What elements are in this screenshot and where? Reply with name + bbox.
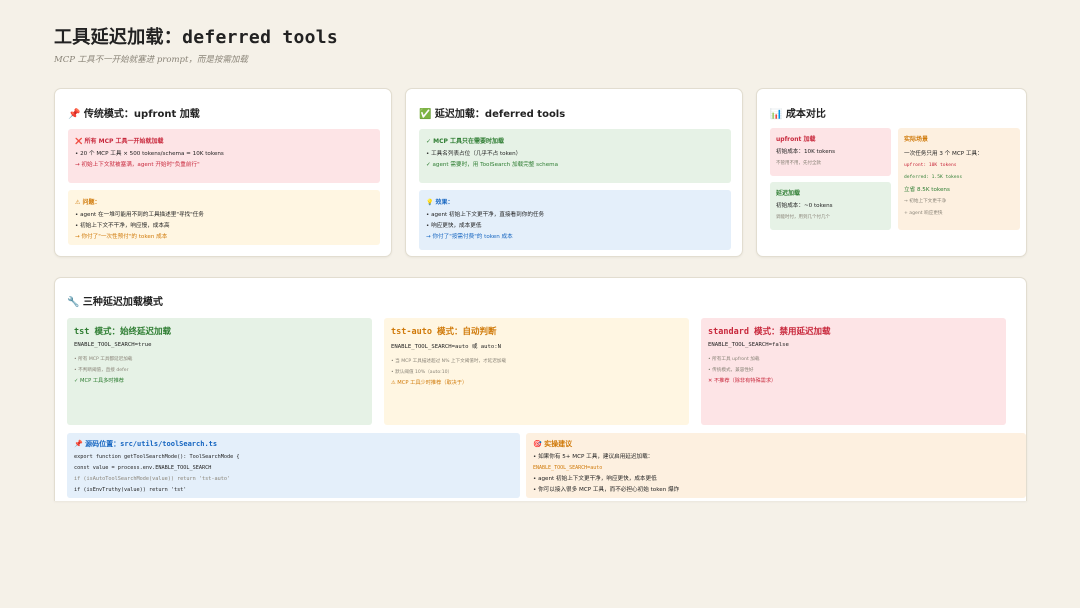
box-line: upfront: 10K tokens [904,163,957,168]
mode-code: ENABLE_TOOL_SEARCH=true [74,342,152,348]
source-label: 📌 源码位置： [74,440,121,448]
box-line: 初始成本：~0 tokens [776,203,833,209]
box-line: 初始成本：10K tokens [776,149,836,155]
tips-line: • 你可以接入很多 MCP 工具，而不必担心初始 token 爆炸 [533,487,680,493]
upfront-problem-box: ❌ 所有 MCP 工具一开始就加载 • 20 个 MCP 工具 × 500 to… [68,129,380,183]
box-heading: 延迟加载 [776,190,801,197]
deferred-how-box: ✓ MCP 工具只在需要时加载 • 工具名列表占位（几乎不占 token） ✓ … [419,129,731,183]
mode-title: tst-auto 模式：自动判断 [391,327,497,337]
mode-line: • 不判断阈值，直接 defer [74,368,129,373]
box-line: • 初始上下文不干净，响应慢，成本高 [75,223,170,229]
title-cn: 工具延迟加载： [54,27,183,48]
deferred-card: ✅ 延迟加载：deferred tools ✓ MCP 工具只在需要时加载 • … [405,88,743,257]
deferred-effect-box: 💡 效果： • agent 初始上下文更干净，直接看到你的任务 • 响应更快，成… [419,190,731,250]
mode-title: tst 模式：始终延迟加载 [74,327,171,337]
box-line: → 你付了"按需付费"的 token 成本 [426,234,513,240]
mode-line: • 所有工具 upfront 加载 [708,357,760,362]
box-heading: 实际场景 [904,136,929,143]
mode-line: • 默认阈值 10%（auto:10） [391,370,453,375]
title-mono: deferred tools [182,27,339,48]
box-line: → 初始上下文就被塞满，agent 开始时"负重前行" [75,162,200,168]
deferred-cost-box: 延迟加载 初始成本：~0 tokens 调能时付，用到几个付几个 [770,182,891,230]
mode-line: • 传统模式，兼容性好 [708,368,754,373]
box-line: deferred: 1.5K tokens [904,175,963,180]
mode-title: standard 模式：禁用延迟加载 [708,327,831,337]
box-line: • 响应更快，成本更低 [426,223,482,229]
mode-line: • 当 MCP 工具描述超过 N% 上下文阈值时，才延迟加载 [391,359,507,364]
box-line: 一次任务只用 3 个 MCP 工具： [904,151,983,157]
box-heading: ✓ MCP 工具只在需要时加载 [426,138,504,145]
mode-code: ENABLE_TOOL_SEARCH=auto 或 auto:N [391,344,501,350]
cost-card: 📊 成本对比 upfront 加载 初始成本：10K tokens 不管用不用，… [756,88,1027,257]
code-line: export function getToolSearchMode(): Too… [74,454,240,460]
mode-recommend: ⚠ MCP 工具少时推荐（取决于） [391,380,468,386]
mode-line: • 所有 MCP 工具都延迟加载 [74,357,133,362]
tips-code: ENABLE_TOOL_SEARCH=auto [533,465,603,471]
page-title: 工具延迟加载：deferred tools [54,23,338,49]
mode-code: ENABLE_TOOL_SEARCH=false [708,342,789,348]
box-heading: ⚠ 问题： [75,199,101,206]
box-note: 不管用不用，先付全款 [776,161,821,166]
box-line: • agent 在一堆可能用不到的工具描述里"寻找"任务 [75,212,204,218]
mode-standard-card: standard 模式：禁用延迟加载 ENABLE_TOOL_SEARCH=fa… [701,318,1006,425]
box-line: • 工具名列表占位（几乎不占 token） [426,151,522,157]
box-heading: ❌ 所有 MCP 工具一开始就加载 [75,138,164,145]
mode-recommend: ✓ MCP 工具多时推荐 [74,378,124,384]
box-line: → 你付了"一次性预付"的 token 成本 [75,234,168,240]
modes-section-title: 🔧 三种延迟加载模式 [67,297,163,308]
upfront-cost-box: upfront 加载 初始成本：10K tokens 不管用不用，先付全款 [770,128,891,176]
tips-heading: 🎯 实操建议 [533,440,573,448]
tips-line: • agent 初始上下文更干净，响应更快，成本更低 [533,476,657,482]
code-line: if (isEnvTruthy(value)) return 'tst' [74,487,187,493]
upfront-card: 📌 传统模式：upfront 加载 ❌ 所有 MCP 工具一开始就加载 • 20… [54,88,392,257]
mode-tst-card: tst 模式：始终延迟加载 ENABLE_TOOL_SEARCH=true • … [67,318,372,425]
box-line: • 20 个 MCP 工具 × 500 tokens/schema = 10K … [75,151,224,157]
box-line: ✓ agent 需要时，用 ToolSearch 加载完整 schema [426,162,559,168]
page-subtitle: MCP 工具不一开始就塞进 prompt，而是按需加载 [54,55,248,65]
practical-tips-box: 🎯 实操建议 • 如果你有 5+ MCP 工具，建议启用延迟加载： ENABLE… [526,433,1026,498]
box-line: → 初始上下文更干净 [904,199,947,204]
cost-card-title: 📊 成本对比 [770,109,826,120]
code-line: if (isAutoToolSearchMode(value)) return … [74,476,231,482]
box-line: + agent 响应更快 [904,211,943,216]
source-location-box: 📌 源码位置：src/utils/toolSearch.ts export fu… [67,433,520,498]
tips-line: • 如果你有 5+ MCP 工具，建议启用延迟加载： [533,454,654,460]
mode-tst-auto-card: tst-auto 模式：自动判断 ENABLE_TOOL_SEARCH=auto… [384,318,689,425]
source-path: src/utils/toolSearch.ts [120,440,218,448]
box-line: 立省 8.5K tokens [904,187,950,193]
mode-recommend: ✕ 不推荐（除非有特殊需求） [708,378,777,384]
upfront-card-title: 📌 传统模式：upfront 加载 [68,109,200,120]
upfront-issues-box: ⚠ 问题： • agent 在一堆可能用不到的工具描述里"寻找"任务 • 初始上… [68,190,380,245]
box-note: 调能时付，用到几个付几个 [776,215,830,220]
real-scenario-box: 实际场景 一次任务只用 3 个 MCP 工具： upfront: 10K tok… [898,128,1020,230]
box-line: • agent 初始上下文更干净，直接看到你的任务 [426,212,545,218]
box-heading: 💡 效果： [426,199,454,206]
deferred-card-title: ✅ 延迟加载：deferred tools [419,109,566,120]
box-heading: upfront 加载 [776,136,816,143]
code-line: const value = process.env.ENABLE_TOOL_SE… [74,465,212,471]
